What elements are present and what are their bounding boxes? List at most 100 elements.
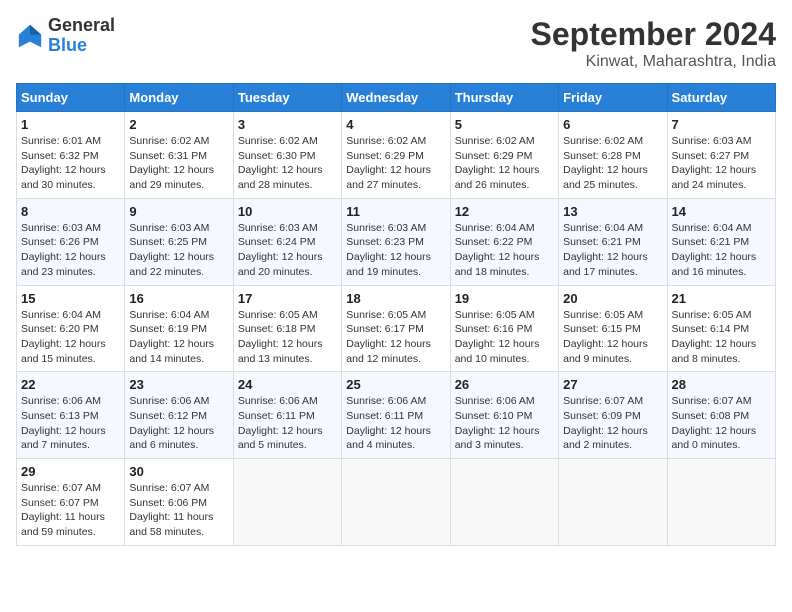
day-number: 20 <box>563 291 662 306</box>
calendar-cell <box>450 459 558 546</box>
day-number: 10 <box>238 204 337 219</box>
calendar-cell: 18 Sunrise: 6:05 AM Sunset: 6:17 PM Dayli… <box>342 285 450 372</box>
day-info: Sunrise: 6:07 AM Sunset: 6:08 PM Dayligh… <box>672 394 771 453</box>
calendar-cell: 11Sunrise: 6:03 AM Sunset: 6:23 PM Dayli… <box>342 198 450 285</box>
day-number: 29 <box>21 464 120 479</box>
day-info: Sunrise: 6:02 AM Sunset: 6:30 PM Dayligh… <box>238 134 337 193</box>
calendar-cell: 10Sunrise: 6:03 AM Sunset: 6:24 PM Dayli… <box>233 198 341 285</box>
day-info: Sunrise: 6:02 AM Sunset: 6:29 PM Dayligh… <box>346 134 445 193</box>
day-info: Sunrise: 6:03 AM Sunset: 6:25 PM Dayligh… <box>129 221 228 280</box>
day-info: Sunrise: 6:05 AM Sunset: 6:16 PM Dayligh… <box>455 308 554 367</box>
logo-text: General Blue <box>48 16 115 56</box>
calendar-cell <box>233 459 341 546</box>
day-info: Sunrise: 6:07 AM Sunset: 6:09 PM Dayligh… <box>563 394 662 453</box>
calendar-cell: 27 Sunrise: 6:07 AM Sunset: 6:09 PM Dayli… <box>559 372 667 459</box>
calendar-header-row: SundayMondayTuesdayWednesdayThursdayFrid… <box>17 84 776 112</box>
day-number: 22 <box>21 377 120 392</box>
day-info: Sunrise: 6:02 AM Sunset: 6:29 PM Dayligh… <box>455 134 554 193</box>
calendar-cell: 24 Sunrise: 6:06 AM Sunset: 6:11 PM Dayli… <box>233 372 341 459</box>
logo-icon <box>16 22 44 50</box>
day-info: Sunrise: 6:05 AM Sunset: 6:15 PM Dayligh… <box>563 308 662 367</box>
calendar-week-1: 1 Sunrise: 6:01 AM Sunset: 6:32 PM Daylig… <box>17 112 776 199</box>
day-info: Sunrise: 6:06 AM Sunset: 6:11 PM Dayligh… <box>346 394 445 453</box>
calendar-cell: 13 Sunrise: 6:04 AM Sunset: 6:21 PM Dayli… <box>559 198 667 285</box>
location: Kinwat, Maharashtra, India <box>531 53 776 71</box>
calendar-week-3: 15 Sunrise: 6:04 AM Sunset: 6:20 PM Dayli… <box>17 285 776 372</box>
calendar-cell: 23 Sunrise: 6:06 AM Sunset: 6:12 PM Dayli… <box>125 372 233 459</box>
day-info: Sunrise: 6:03 AM Sunset: 6:26 PM Dayligh… <box>21 221 120 280</box>
day-number: 30 <box>129 464 228 479</box>
header-monday: Monday <box>125 84 233 112</box>
calendar-week-2: 8 Sunrise: 6:03 AM Sunset: 6:26 PM Daylig… <box>17 198 776 285</box>
calendar-cell: 20 Sunrise: 6:05 AM Sunset: 6:15 PM Dayli… <box>559 285 667 372</box>
day-number: 15 <box>21 291 120 306</box>
day-number: 7 <box>672 117 771 132</box>
day-info: Sunrise: 6:06 AM Sunset: 6:12 PM Dayligh… <box>129 394 228 453</box>
calendar-cell: 9 Sunrise: 6:03 AM Sunset: 6:25 PM Daylig… <box>125 198 233 285</box>
day-info: Sunrise: 6:07 AM Sunset: 6:07 PM Dayligh… <box>21 481 120 540</box>
day-number: 4 <box>346 117 445 132</box>
header-thursday: Thursday <box>450 84 558 112</box>
calendar-cell: 12Sunrise: 6:04 AM Sunset: 6:22 PM Dayli… <box>450 198 558 285</box>
title-block: September 2024 Kinwat, Maharashtra, Indi… <box>531 16 776 71</box>
calendar-cell: 22 Sunrise: 6:06 AM Sunset: 6:13 PM Dayli… <box>17 372 125 459</box>
header-sunday: Sunday <box>17 84 125 112</box>
day-info: Sunrise: 6:06 AM Sunset: 6:13 PM Dayligh… <box>21 394 120 453</box>
calendar-cell: 30 Sunrise: 6:07 AM Sunset: 6:06 PM Dayli… <box>125 459 233 546</box>
day-info: Sunrise: 6:06 AM Sunset: 6:10 PM Dayligh… <box>455 394 554 453</box>
day-number: 17 <box>238 291 337 306</box>
day-number: 16 <box>129 291 228 306</box>
calendar-cell <box>342 459 450 546</box>
calendar-cell: 26Sunrise: 6:06 AM Sunset: 6:10 PM Dayli… <box>450 372 558 459</box>
day-number: 2 <box>129 117 228 132</box>
day-number: 14 <box>672 204 771 219</box>
day-number: 28 <box>672 377 771 392</box>
month-title: September 2024 <box>531 16 776 53</box>
day-number: 12 <box>455 204 554 219</box>
calendar-cell: 14 Sunrise: 6:04 AM Sunset: 6:21 PM Dayli… <box>667 198 775 285</box>
calendar-cell: 19 Sunrise: 6:05 AM Sunset: 6:16 PM Dayli… <box>450 285 558 372</box>
calendar-week-5: 29 Sunrise: 6:07 AM Sunset: 6:07 PM Dayli… <box>17 459 776 546</box>
day-info: Sunrise: 6:05 AM Sunset: 6:17 PM Dayligh… <box>346 308 445 367</box>
day-number: 27 <box>563 377 662 392</box>
calendar-cell: 15 Sunrise: 6:04 AM Sunset: 6:20 PM Dayli… <box>17 285 125 372</box>
day-info: Sunrise: 6:04 AM Sunset: 6:19 PM Dayligh… <box>129 308 228 367</box>
day-number: 8 <box>21 204 120 219</box>
day-info: Sunrise: 6:07 AM Sunset: 6:06 PM Dayligh… <box>129 481 228 540</box>
day-number: 6 <box>563 117 662 132</box>
calendar-cell: 5 Sunrise: 6:02 AM Sunset: 6:29 PM Daylig… <box>450 112 558 199</box>
day-number: 9 <box>129 204 228 219</box>
day-number: 18 <box>346 291 445 306</box>
header-saturday: Saturday <box>667 84 775 112</box>
day-info: Sunrise: 6:04 AM Sunset: 6:20 PM Dayligh… <box>21 308 120 367</box>
day-number: 23 <box>129 377 228 392</box>
calendar-cell <box>667 459 775 546</box>
header-wednesday: Wednesday <box>342 84 450 112</box>
day-number: 24 <box>238 377 337 392</box>
calendar-cell: 21 Sunrise: 6:05 AM Sunset: 6:14 PM Dayli… <box>667 285 775 372</box>
calendar-cell: 16 Sunrise: 6:04 AM Sunset: 6:19 PM Dayli… <box>125 285 233 372</box>
day-info: Sunrise: 6:01 AM Sunset: 6:32 PM Dayligh… <box>21 134 120 193</box>
day-info: Sunrise: 6:06 AM Sunset: 6:11 PM Dayligh… <box>238 394 337 453</box>
day-number: 5 <box>455 117 554 132</box>
calendar-cell: 4 Sunrise: 6:02 AM Sunset: 6:29 PM Daylig… <box>342 112 450 199</box>
day-number: 3 <box>238 117 337 132</box>
calendar-cell: 7 Sunrise: 6:03 AM Sunset: 6:27 PM Daylig… <box>667 112 775 199</box>
header-tuesday: Tuesday <box>233 84 341 112</box>
header-friday: Friday <box>559 84 667 112</box>
day-info: Sunrise: 6:04 AM Sunset: 6:21 PM Dayligh… <box>672 221 771 280</box>
calendar-cell: 3 Sunrise: 6:02 AM Sunset: 6:30 PM Daylig… <box>233 112 341 199</box>
day-info: Sunrise: 6:02 AM Sunset: 6:31 PM Dayligh… <box>129 134 228 193</box>
day-info: Sunrise: 6:05 AM Sunset: 6:14 PM Dayligh… <box>672 308 771 367</box>
day-number: 21 <box>672 291 771 306</box>
calendar-cell: 6Sunrise: 6:02 AM Sunset: 6:28 PM Daylig… <box>559 112 667 199</box>
day-number: 13 <box>563 204 662 219</box>
calendar-cell: 17 Sunrise: 6:05 AM Sunset: 6:18 PM Dayli… <box>233 285 341 372</box>
day-number: 1 <box>21 117 120 132</box>
day-info: Sunrise: 6:04 AM Sunset: 6:21 PM Dayligh… <box>563 221 662 280</box>
day-info: Sunrise: 6:05 AM Sunset: 6:18 PM Dayligh… <box>238 308 337 367</box>
day-info: Sunrise: 6:03 AM Sunset: 6:23 PM Dayligh… <box>346 221 445 280</box>
day-number: 19 <box>455 291 554 306</box>
logo: General Blue <box>16 16 115 56</box>
day-info: Sunrise: 6:03 AM Sunset: 6:27 PM Dayligh… <box>672 134 771 193</box>
